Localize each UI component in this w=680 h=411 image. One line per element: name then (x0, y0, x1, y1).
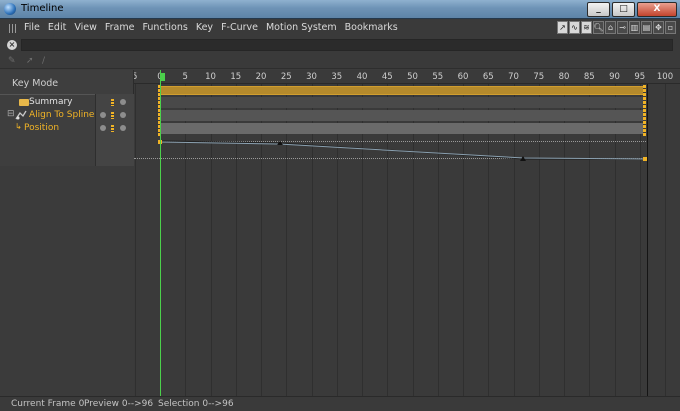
keyframe-marker-icon (111, 125, 114, 132)
visibility-dot[interactable] (120, 125, 126, 131)
pen-icon[interactable]: ✎ (8, 56, 16, 66)
tool-row: ✎ ➚ / (0, 53, 680, 69)
search-input[interactable] (21, 39, 673, 51)
object-tree-panel: Key Mode Summary ⊟ Align To Spline ↳ Pos… (0, 70, 147, 396)
fcurve-graph[interactable] (134, 70, 680, 190)
visibility-dot[interactable] (120, 99, 126, 105)
playhead[interactable] (160, 70, 161, 396)
menu-view[interactable]: View (74, 22, 97, 33)
search-row: × (0, 37, 680, 53)
tree-label-summary: Summary (29, 97, 73, 107)
range-end-line (647, 84, 648, 396)
clear-icon[interactable]: × (7, 40, 17, 50)
menu-frame[interactable]: Frame (105, 22, 135, 33)
title-bar: Timeline _ □ X (0, 0, 680, 19)
move-icon[interactable]: ✥ (653, 21, 664, 34)
timeline-area[interactable]: 5051015202530354045505560657075808590951… (134, 70, 680, 396)
tree-row-position[interactable]: ↳ Position (0, 122, 134, 135)
menu-key[interactable]: Key (196, 22, 213, 33)
selection-status: Selection 0-->96 (158, 399, 234, 409)
collapse-icon[interactable]: ⊟ (7, 109, 15, 119)
minimize-button[interactable]: _ (587, 2, 610, 17)
app-icon (4, 3, 16, 15)
current-frame-status: Current Frame 0 (11, 399, 85, 409)
menu-edit[interactable]: Edit (48, 22, 66, 33)
spline-tag-icon (15, 110, 27, 120)
tree-row-align-to-spline[interactable]: ⊟ Align To Spline (0, 109, 134, 122)
visibility-dot[interactable] (120, 112, 126, 118)
motion-mode-icon[interactable]: ≋ (581, 21, 592, 34)
playhead-flag-icon[interactable] (160, 73, 165, 81)
arrow-icon[interactable]: ➚ (26, 56, 34, 66)
fcurve-mode-icon[interactable]: ∿ (569, 21, 580, 34)
search-icon[interactable]: 🔍︎ (593, 21, 604, 34)
folder-icon (19, 99, 29, 106)
menu-bookmarks[interactable]: Bookmarks (345, 22, 398, 33)
window-title: Timeline (21, 3, 64, 14)
keyframe-marker-icon (111, 99, 114, 106)
tree-label-position: Position (24, 123, 60, 133)
solo-dot[interactable] (100, 125, 106, 131)
track-arrow-icon: ↳ (15, 122, 22, 131)
close-button[interactable]: X (637, 2, 677, 17)
tree-label-align-to-spline: Align To Spline (29, 110, 95, 120)
link-icon[interactable]: ⊸ (617, 21, 628, 34)
tree-row-summary[interactable]: Summary (0, 96, 134, 109)
expand-icon[interactable]: ▫ (665, 21, 676, 34)
keyframe-marker-icon (111, 112, 114, 119)
curve-value-panel: 0 (0, 166, 147, 396)
layout-icon[interactable]: ▥ (629, 21, 640, 34)
menu-functions[interactable]: Functions (142, 22, 187, 33)
key-mode-label: Key Mode (12, 78, 59, 89)
panel-icon[interactable]: ▤ (641, 21, 652, 34)
solo-dot[interactable] (100, 112, 106, 118)
grip-icon[interactable] (9, 24, 17, 33)
menu-file[interactable]: File (24, 22, 40, 33)
menu-motion-system[interactable]: Motion System (266, 22, 337, 33)
menu-bar: File Edit View Frame Functions Key F-Cur… (0, 19, 680, 37)
preview-status: Preview 0-->96 (84, 399, 154, 409)
slash-icon[interactable]: / (42, 56, 45, 66)
menu-f-curve[interactable]: F-Curve (221, 22, 258, 33)
dopesheet-mode-icon[interactable]: ↗ (557, 21, 568, 34)
maximize-button[interactable]: □ (612, 2, 635, 17)
status-bar: Current Frame 0 Preview 0-->96 Selection… (0, 396, 680, 411)
home-icon[interactable]: ⌂ (605, 21, 616, 34)
